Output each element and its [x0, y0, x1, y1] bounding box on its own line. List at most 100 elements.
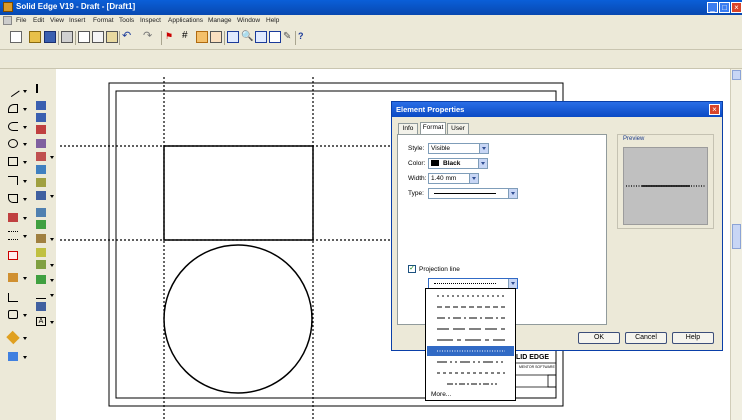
circle-shape[interactable] — [163, 244, 313, 394]
properties-icon[interactable] — [36, 101, 46, 110]
copy-icon[interactable] — [92, 31, 104, 43]
curve-icon[interactable] — [8, 104, 18, 113]
line-icon[interactable] — [6, 83, 20, 98]
color-dropdown[interactable]: Black — [428, 158, 488, 169]
hatch-icon[interactable] — [8, 231, 18, 240]
arc-icon[interactable] — [8, 122, 18, 131]
grid-icon[interactable]: # — [182, 31, 194, 43]
vertical-scrollbar[interactable] — [730, 69, 742, 420]
text-box-icon[interactable]: A — [36, 317, 46, 326]
part-icon[interactable] — [8, 310, 18, 319]
block-icon[interactable] — [8, 251, 18, 260]
chevron-down-icon[interactable] — [508, 279, 517, 288]
surface-icon[interactable] — [36, 260, 46, 269]
print-icon[interactable] — [61, 31, 73, 43]
new-icon[interactable] — [10, 31, 22, 43]
maximize-button[interactable]: □ — [719, 2, 730, 13]
menu-tools[interactable]: Tools — [119, 17, 134, 24]
circle-icon[interactable] — [8, 139, 18, 148]
menu-help[interactable]: Help — [266, 17, 279, 24]
symbol-icon[interactable] — [36, 178, 46, 187]
tab-user[interactable]: User — [447, 123, 469, 134]
cancel-button[interactable]: Cancel — [625, 332, 667, 344]
relate-icon[interactable] — [36, 125, 46, 134]
close-button[interactable]: × — [731, 2, 742, 13]
view-icon[interactable] — [36, 208, 46, 217]
menu-format[interactable]: Format — [93, 17, 114, 24]
list-item-selected[interactable] — [427, 346, 514, 356]
rectangle-shape[interactable] — [163, 145, 314, 241]
menu-file[interactable]: File — [16, 17, 26, 24]
dimension-icon[interactable] — [36, 139, 46, 148]
scroll-up-arrow[interactable] — [732, 70, 741, 80]
window-title-bar[interactable]: Solid Edge V19 - Draft - [Draft1] _ □ × — [0, 0, 742, 15]
trim-icon[interactable] — [36, 290, 46, 299]
save-icon[interactable] — [44, 31, 56, 43]
zoom-area-icon[interactable] — [227, 31, 239, 43]
rectangle-icon[interactable] — [8, 157, 18, 166]
list-item[interactable] — [427, 324, 514, 334]
annotation-icon[interactable] — [36, 152, 46, 161]
help-icon[interactable]: ? — [298, 31, 310, 43]
open-icon[interactable] — [29, 31, 41, 43]
weld-icon[interactable] — [36, 248, 46, 257]
snap-icon[interactable] — [196, 31, 208, 43]
tab-info[interactable]: Info — [398, 123, 418, 134]
list-item[interactable] — [427, 357, 514, 367]
more-line-types-item[interactable]: More... — [431, 391, 451, 398]
text-icon[interactable] — [36, 165, 46, 174]
select-icon[interactable]: ⚑ — [165, 31, 177, 43]
style-dropdown[interactable]: Visible — [428, 143, 489, 154]
menu-manage[interactable]: Manage — [208, 17, 232, 24]
line-type-list[interactable]: More... — [425, 288, 516, 401]
ok-button[interactable]: OK — [578, 332, 620, 344]
list-item[interactable] — [427, 302, 514, 312]
document-icon[interactable] — [3, 16, 12, 25]
help-button[interactable]: Help — [672, 332, 714, 344]
list-item[interactable] — [427, 291, 514, 301]
pan-icon[interactable] — [269, 31, 281, 43]
chart-icon[interactable] — [8, 293, 18, 302]
list-item[interactable] — [427, 335, 514, 345]
menu-view[interactable]: View — [50, 17, 64, 24]
dialog-close-button[interactable]: × — [709, 104, 720, 115]
chevron-down-icon[interactable] — [479, 144, 488, 153]
tools-icon[interactable]: ✎ — [283, 31, 295, 43]
library-icon[interactable] — [8, 352, 18, 361]
fill-icon[interactable] — [8, 213, 18, 222]
menu-window[interactable]: Window — [237, 17, 260, 24]
menu-edit[interactable]: Edit — [33, 17, 44, 24]
paste-icon[interactable] — [106, 31, 118, 43]
chamfer-icon[interactable] — [8, 194, 18, 203]
menu-applications[interactable]: Applications — [168, 17, 203, 24]
zoom-icon[interactable]: 🔍 — [241, 31, 253, 43]
menu-inspect[interactable]: Inspect — [140, 17, 161, 24]
scroll-thumb[interactable] — [732, 224, 741, 249]
select-arrow-icon[interactable] — [36, 84, 46, 93]
table-icon[interactable] — [36, 191, 46, 200]
cut-icon[interactable] — [78, 31, 90, 43]
dialog-title-bar[interactable]: Element Properties × — [392, 102, 722, 117]
chevron-down-icon[interactable] — [469, 174, 478, 183]
layers-icon[interactable] — [36, 113, 46, 122]
options-icon[interactable] — [210, 31, 222, 43]
offset-icon[interactable] — [8, 273, 18, 282]
list-item[interactable] — [427, 368, 514, 378]
chevron-down-icon[interactable] — [478, 159, 487, 168]
type-dropdown[interactable] — [428, 188, 518, 199]
extend-icon[interactable] — [36, 302, 46, 311]
projection-line-checkbox[interactable]: ✓ — [408, 265, 416, 273]
redo-icon[interactable]: ↷ — [143, 31, 155, 43]
list-item[interactable] — [427, 313, 514, 323]
fillet-icon[interactable] — [8, 176, 18, 185]
width-dropdown[interactable]: 1.40 mm — [428, 173, 479, 184]
list-item[interactable] — [427, 379, 514, 389]
diamond-icon[interactable] — [6, 330, 20, 345]
callout-icon[interactable] — [36, 234, 46, 243]
undo-icon[interactable]: ↶ — [122, 31, 134, 43]
balloon-icon[interactable] — [36, 220, 46, 229]
move-icon[interactable] — [36, 275, 46, 284]
minimize-button[interactable]: _ — [707, 2, 718, 13]
fit-icon[interactable] — [255, 31, 267, 43]
chevron-down-icon[interactable] — [508, 189, 517, 198]
